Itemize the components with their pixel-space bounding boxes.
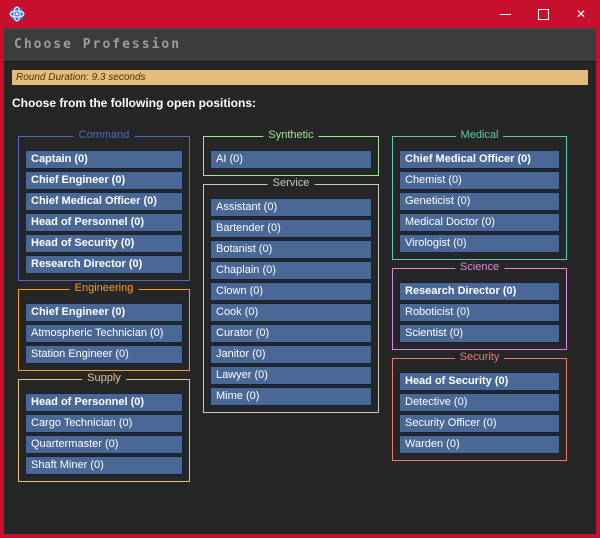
dept-box-supply: Supply Head of Personnel (0) Cargo Techn… [18,379,190,482]
job-button-service-curator[interactable]: Curator (0) [210,324,372,343]
dept-legend-supply: Supply [82,372,126,384]
job-button-command-head-of-personnel[interactable]: Head of Personnel (0) [25,213,183,232]
job-button-supply-quartermaster[interactable]: Quartermaster (0) [25,435,183,454]
dialog-title: Choose Profession [4,37,181,52]
dialog-header: Choose Profession [4,28,596,62]
job-button-service-janitor[interactable]: Janitor (0) [210,345,372,364]
job-button-engineering-station-engineer[interactable]: Station Engineer (0) [25,345,183,364]
dept-box-command: Command Captain (0) Chief Engineer (0) C… [18,136,190,281]
job-button-service-lawyer[interactable]: Lawyer (0) [210,366,372,385]
dept-legend-science: Science [455,261,504,273]
dept-legend-command: Command [74,129,135,141]
window-globe-icon [9,6,25,22]
job-button-medical-chemist[interactable]: Chemist (0) [399,171,560,190]
job-button-engineering-atmospheric-technician[interactable]: Atmospheric Technician (0) [25,324,183,343]
dept-box-security: Security Head of Security (0) Detective … [392,358,567,461]
close-icon: ✕ [576,8,586,20]
job-button-command-head-of-security[interactable]: Head of Security (0) [25,234,183,253]
job-button-security-warden[interactable]: Warden (0) [399,435,560,454]
window-body: Choose Profession Round Duration: 9.3 se… [4,28,596,534]
job-button-command-chief-medical-officer[interactable]: Chief Medical Officer (0) [25,192,183,211]
job-button-supply-shaft-miner[interactable]: Shaft Miner (0) [25,456,183,475]
job-button-medical-chief-medical-officer[interactable]: Chief Medical Officer (0) [399,150,560,169]
job-button-medical-geneticist[interactable]: Geneticist (0) [399,192,560,211]
dept-legend-engineering: Engineering [70,282,139,294]
job-button-science-roboticist[interactable]: Roboticist (0) [399,303,560,322]
maximize-icon [538,9,549,20]
job-button-service-chaplain[interactable]: Chaplain (0) [210,261,372,280]
job-button-service-assistant[interactable]: Assistant (0) [210,198,372,217]
job-button-medical-medical-doctor[interactable]: Medical Doctor (0) [399,213,560,232]
job-button-command-captain[interactable]: Captain (0) [25,150,183,169]
application-window: ✕ Choose Profession Round Duration: 9.3 … [0,0,600,538]
dept-legend-security: Security [455,351,505,363]
column-left: Command Captain (0) Chief Engineer (0) C… [18,129,190,483]
job-button-command-chief-engineer[interactable]: Chief Engineer (0) [25,171,183,190]
column-middle: Synthetic AI (0) Service Assistant (0) B… [203,129,379,414]
job-button-supply-head-of-personnel[interactable]: Head of Personnel (0) [25,393,183,412]
dept-box-science: Science Research Director (0) Roboticist… [392,268,567,350]
minimize-icon [500,14,511,15]
dept-legend-medical: Medical [456,129,504,141]
job-button-security-security-officer[interactable]: Security Officer (0) [399,414,560,433]
job-button-science-scientist[interactable]: Scientist (0) [399,324,560,343]
job-button-command-research-director[interactable]: Research Director (0) [25,255,183,274]
dept-box-service: Service Assistant (0) Bartender (0) Bota… [203,184,379,413]
minimize-button[interactable] [486,0,524,28]
dept-legend-service: Service [268,177,315,189]
job-button-security-detective[interactable]: Detective (0) [399,393,560,412]
dept-box-medical: Medical Chief Medical Officer (0) Chemis… [392,136,567,260]
job-button-security-head-of-security[interactable]: Head of Security (0) [399,372,560,391]
dialog-content: Round Duration: 9.3 seconds Choose from … [4,62,596,534]
dept-legend-synthetic: Synthetic [263,129,318,141]
instruction-text: Choose from the following open positions… [12,96,588,110]
job-button-supply-cargo-technician[interactable]: Cargo Technician (0) [25,414,183,433]
titlebar: ✕ [0,0,600,28]
job-button-service-botanist[interactable]: Botanist (0) [210,240,372,259]
dept-box-engineering: Engineering Chief Engineer (0) Atmospher… [18,289,190,371]
job-button-service-mime[interactable]: Mime (0) [210,387,372,406]
job-button-medical-virologist[interactable]: Virologist (0) [399,234,560,253]
job-button-science-research-director[interactable]: Research Director (0) [399,282,560,301]
round-duration-bar: Round Duration: 9.3 seconds [12,70,588,85]
job-button-service-bartender[interactable]: Bartender (0) [210,219,372,238]
job-button-service-cook[interactable]: Cook (0) [210,303,372,322]
maximize-button[interactable] [524,0,562,28]
job-columns: Command Captain (0) Chief Engineer (0) C… [4,123,596,483]
job-button-engineering-chief-engineer[interactable]: Chief Engineer (0) [25,303,183,322]
dept-box-synthetic: Synthetic AI (0) [203,136,379,176]
column-right: Medical Chief Medical Officer (0) Chemis… [392,129,567,462]
close-button[interactable]: ✕ [562,0,600,28]
job-button-synthetic-ai[interactable]: AI (0) [210,150,372,169]
job-button-service-clown[interactable]: Clown (0) [210,282,372,301]
